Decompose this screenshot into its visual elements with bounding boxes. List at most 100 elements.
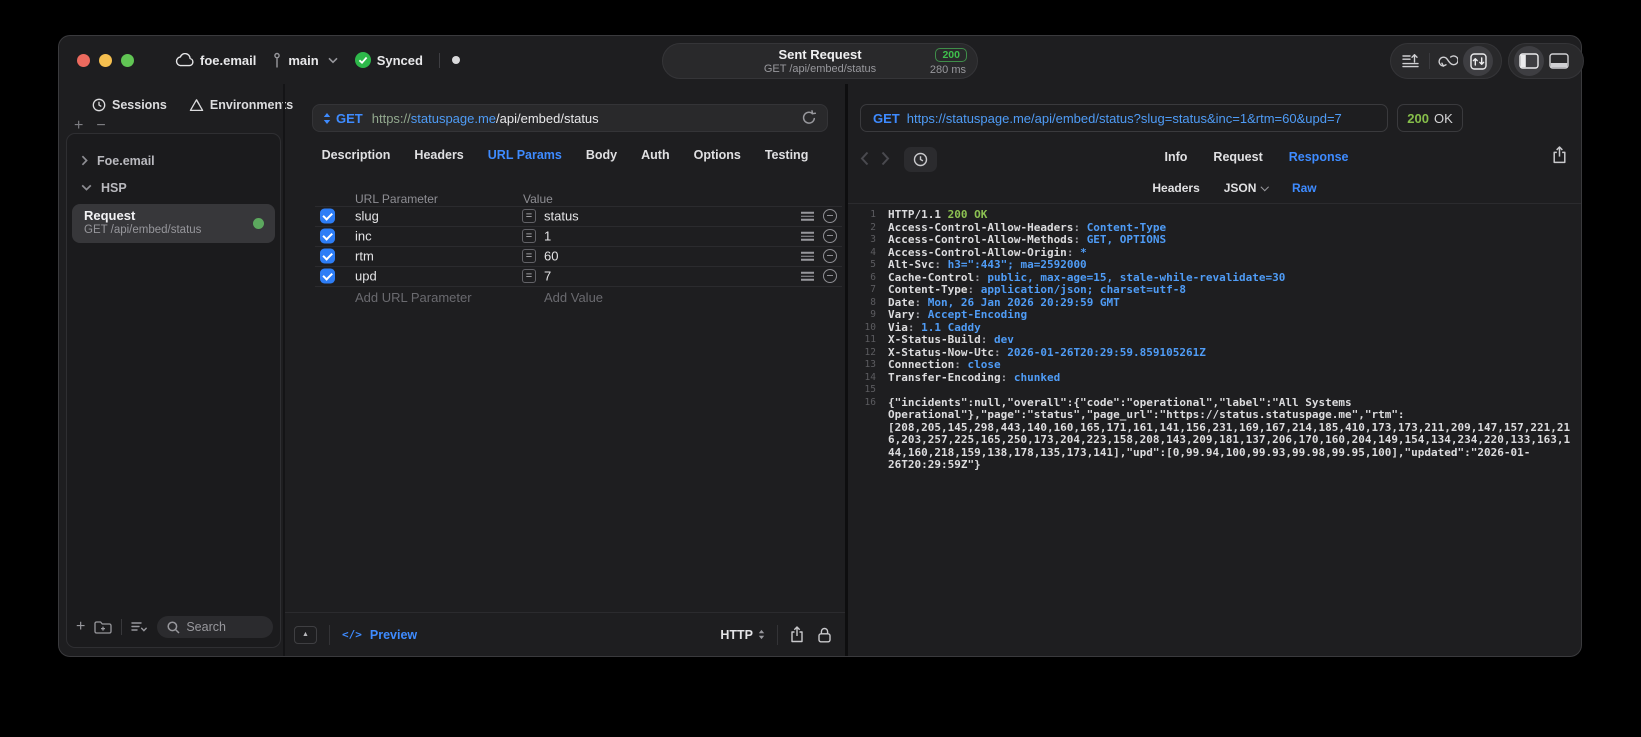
- param-checkbox[interactable]: [320, 268, 335, 284]
- param-value[interactable]: 1: [544, 229, 551, 244]
- lock-button[interactable]: [818, 627, 831, 643]
- request-status-dot: [253, 218, 264, 229]
- history-back-button[interactable]: [860, 151, 869, 166]
- tab-body[interactable]: Body: [586, 148, 617, 162]
- remove-param-icon[interactable]: [823, 229, 837, 243]
- sync-loop-button[interactable]: [1433, 46, 1463, 76]
- panel-toggles-group: [1508, 43, 1584, 79]
- chevron-left-icon: [860, 151, 869, 166]
- param-name[interactable]: upd: [355, 269, 377, 284]
- remove-param-icon[interactable]: [823, 209, 837, 223]
- project-menu[interactable]: foe.email: [175, 53, 256, 68]
- url-bar[interactable]: GET https://statuspage.me/api/embed/stat…: [312, 104, 828, 132]
- multiline-icon[interactable]: [801, 270, 814, 283]
- tab-url-params[interactable]: URL Params: [488, 148, 562, 162]
- equals-icon[interactable]: [522, 249, 536, 263]
- multiline-icon[interactable]: [801, 210, 814, 223]
- response-tabs: Info Request Response: [932, 150, 1581, 164]
- status-badge: 200: [935, 48, 967, 62]
- branch-name: main: [288, 52, 319, 68]
- footer-separator: [329, 624, 330, 645]
- tab-auth[interactable]: Auth: [641, 148, 669, 162]
- equals-icon[interactable]: [522, 209, 536, 223]
- request-list-button[interactable]: [1396, 46, 1426, 76]
- titlebar-separator: [438, 52, 440, 68]
- multiline-icon[interactable]: [801, 230, 814, 243]
- param-name[interactable]: rtm: [355, 249, 374, 264]
- sort-filter-button[interactable]: [131, 621, 148, 633]
- tab-testing[interactable]: Testing: [765, 148, 809, 162]
- equals-icon[interactable]: [522, 229, 536, 243]
- sync-loop-icon: [1438, 54, 1458, 67]
- response-subtab-headers[interactable]: Headers: [1152, 181, 1199, 195]
- param-value[interactable]: status: [544, 209, 579, 224]
- url-scheme[interactable]: https://: [372, 111, 411, 126]
- response-tab-response[interactable]: Response: [1289, 150, 1349, 164]
- response-tab-request[interactable]: Request: [1213, 150, 1262, 164]
- equals-icon[interactable]: [522, 269, 536, 283]
- param-checkbox[interactable]: [320, 208, 335, 224]
- sidebar-tab-sessions[interactable]: Sessions: [92, 98, 167, 112]
- new-folder-button[interactable]: [94, 620, 112, 634]
- param-value[interactable]: 60: [544, 249, 558, 264]
- resend-request-button[interactable]: [801, 110, 817, 126]
- url-path[interactable]: /api/embed/status: [496, 111, 599, 126]
- response-subtab-json[interactable]: JSON: [1224, 181, 1270, 195]
- tab-headers[interactable]: Headers: [414, 148, 463, 162]
- zoom-button[interactable]: [121, 54, 134, 67]
- response-tab-info[interactable]: Info: [1165, 150, 1188, 164]
- close-button[interactable]: [77, 54, 90, 67]
- sidebar-item-request[interactable]: Request GET /api/embed/status: [72, 204, 275, 243]
- request-status-pill[interactable]: Sent Request GET /api/embed/status 200 2…: [662, 43, 978, 79]
- column-header: URL Parameter: [355, 192, 438, 206]
- tab-description[interactable]: Description: [322, 148, 391, 162]
- import-export-button[interactable]: [1463, 46, 1493, 76]
- sidebar-group-foe-email[interactable]: Foe.email: [67, 147, 280, 174]
- line-number: 16: [864, 396, 876, 408]
- sidebar-panel: Foe.email HSP Request GET /api/embed/sta…: [66, 133, 281, 648]
- param-checkbox[interactable]: [320, 228, 335, 244]
- response-subtab-raw[interactable]: Raw: [1292, 181, 1317, 195]
- line-number: 2: [870, 221, 876, 233]
- app-window: foe.email main Synced Sent Request GET /…: [59, 36, 1584, 656]
- minimize-button[interactable]: [99, 54, 112, 67]
- search-input[interactable]: Search: [157, 616, 273, 638]
- sync-status[interactable]: Synced: [354, 52, 423, 68]
- param-checkbox[interactable]: [320, 248, 335, 264]
- param-value[interactable]: 7: [544, 269, 551, 284]
- response-status-code: 200: [1407, 110, 1429, 126]
- sidebar-group-hsp[interactable]: HSP: [67, 174, 280, 201]
- import-export-icon: [1469, 52, 1487, 70]
- preview-button[interactable]: Preview: [370, 628, 417, 642]
- add-param-name[interactable]: Add URL Parameter: [355, 286, 472, 310]
- environments-icon: [189, 98, 204, 112]
- history-clock-icon: [913, 152, 928, 167]
- branch-menu[interactable]: main: [272, 52, 338, 69]
- export-response-button[interactable]: [1552, 146, 1567, 164]
- share-button[interactable]: [790, 626, 804, 643]
- url-host[interactable]: statuspage.me: [411, 111, 496, 126]
- cloud-icon: [175, 53, 194, 67]
- multiline-icon[interactable]: [801, 250, 814, 263]
- remove-param-icon[interactable]: [823, 249, 837, 263]
- toggle-bottom-panel-button[interactable]: [1544, 46, 1574, 76]
- history-forward-button[interactable]: [881, 151, 890, 166]
- request-item-title: Request: [84, 208, 136, 223]
- param-name[interactable]: inc: [355, 229, 372, 244]
- add-param-value[interactable]: Add Value: [544, 286, 603, 310]
- new-request-button[interactable]: +: [76, 619, 85, 635]
- chevron-down-icon: [1261, 182, 1270, 191]
- remove-param-icon[interactable]: [823, 269, 837, 283]
- line-number: 1: [870, 209, 876, 220]
- param-name[interactable]: slug: [355, 209, 379, 224]
- method-stepper-icon[interactable]: [323, 112, 331, 125]
- add-session-button[interactable]: +: [74, 118, 83, 134]
- expand-panel-button[interactable]: [294, 625, 317, 644]
- sidebar-tab-environments[interactable]: Environments: [189, 98, 293, 112]
- remove-session-button[interactable]: −: [96, 118, 105, 134]
- sidebar-tab-label: Environments: [209, 98, 294, 112]
- tab-options[interactable]: Options: [694, 148, 741, 162]
- protocol-select[interactable]: HTTP: [720, 628, 765, 642]
- method-select[interactable]: GET: [336, 111, 363, 126]
- toggle-left-panel-button[interactable]: [1514, 46, 1544, 76]
